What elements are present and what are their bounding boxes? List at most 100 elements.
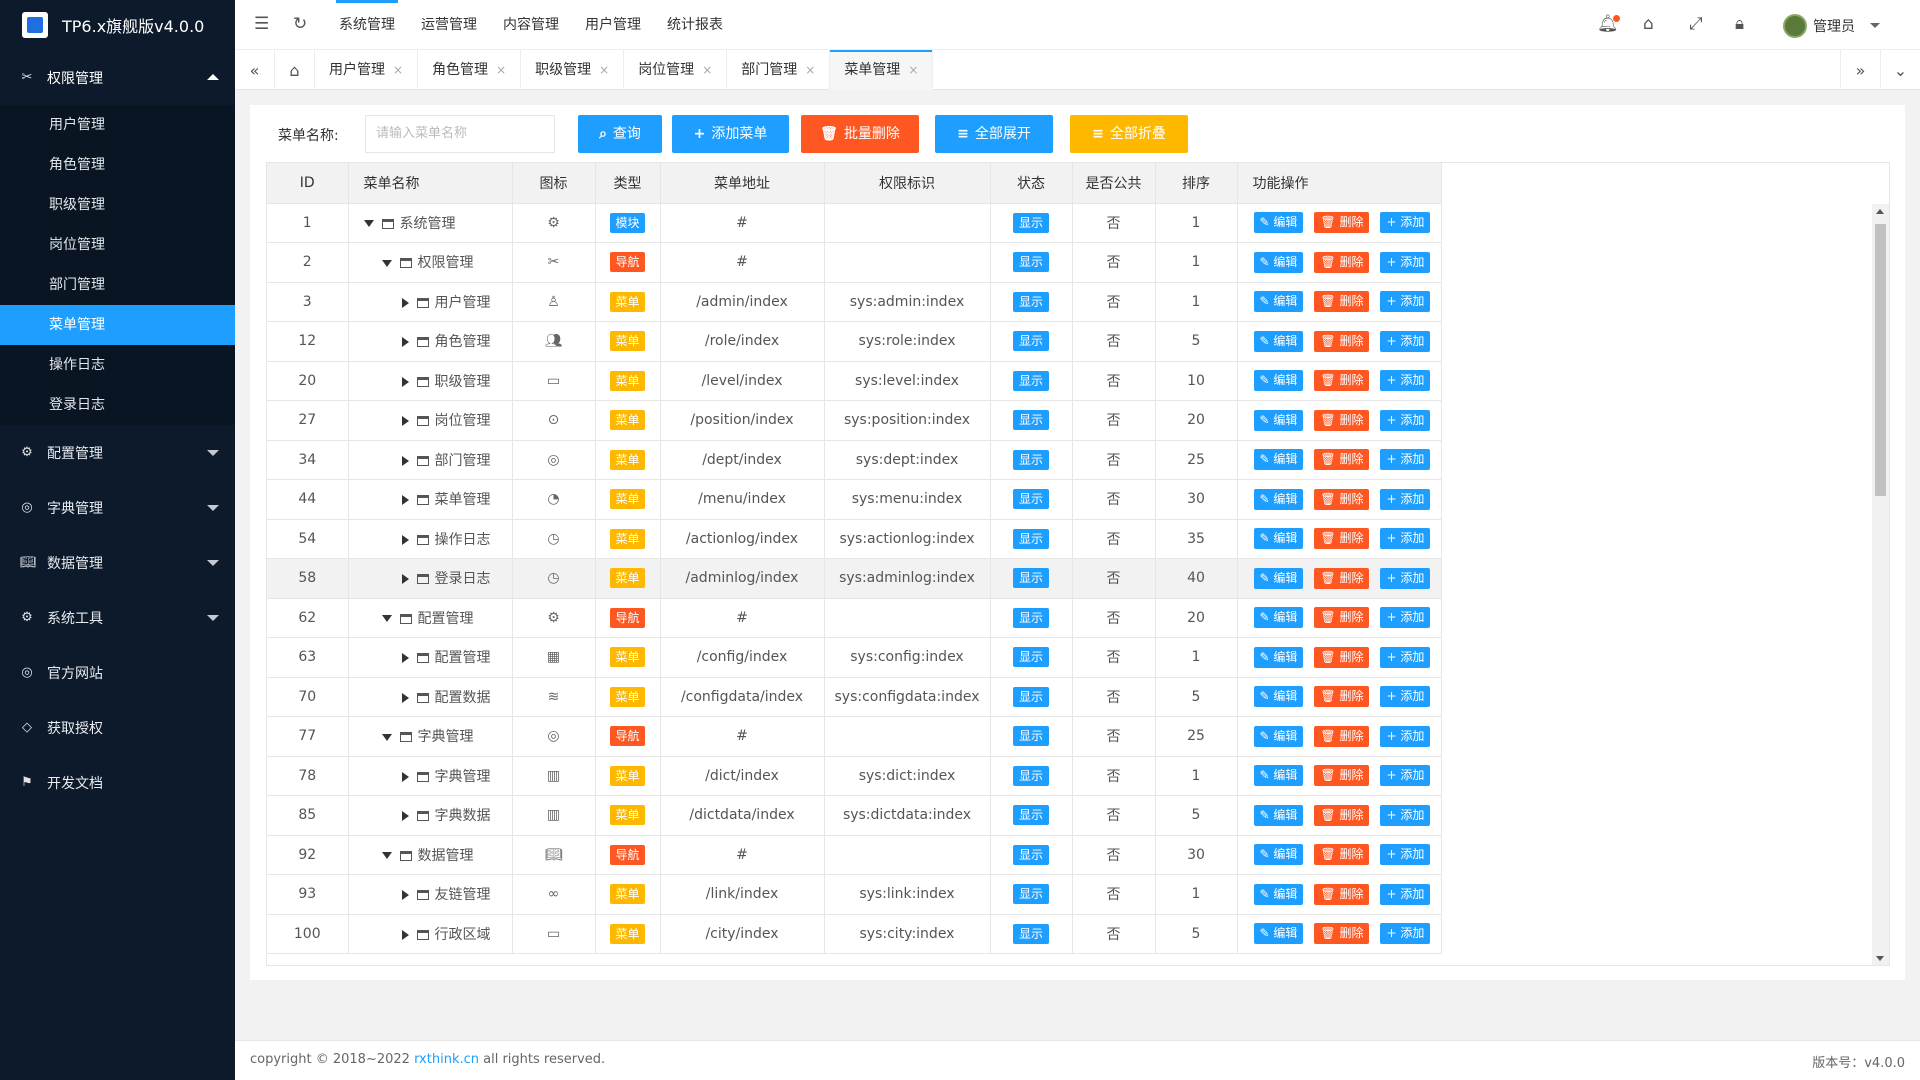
caret-right-icon[interactable] — [401, 771, 409, 782]
table-row[interactable]: 93 友链管理 ∞ 菜单/link/index sys:link:index 显示否 1 ✎ … — [267, 874, 1443, 915]
table-row[interactable]: 92 数据管理 📖︎ 导航 # 显示 否 30 ✎ 编辑 🗑︎ 删除 + 添加 — [267, 835, 1443, 875]
sidebar-item[interactable]: 岗位管理 — [0, 225, 235, 265]
delete-button[interactable]: 🗑︎ 删除 — [1314, 883, 1370, 905]
add-button[interactable]: + 添加 — [1380, 804, 1431, 826]
add-button[interactable]: + 添加 — [1380, 567, 1431, 589]
sidebar-item[interactable]: 操作日志 — [0, 345, 235, 385]
delete-button[interactable]: 🗑︎ 删除 — [1314, 765, 1370, 787]
table-row[interactable]: 100 行政区域 ▭ 菜单/city/index sys:city:index 显示否 5 ✎… — [267, 914, 1443, 954]
edit-button[interactable]: ✎ 编辑 — [1253, 330, 1304, 352]
table-row[interactable]: 12 角色管理 👥︎ 菜单/role/index sys:role:index 显示否 5 ✎… — [267, 321, 1443, 362]
caret-right-icon[interactable] — [401, 297, 409, 308]
caret-down-icon[interactable] — [381, 259, 392, 267]
close-icon[interactable]: × — [702, 63, 712, 77]
caret-right-icon[interactable] — [401, 811, 409, 822]
add-button[interactable]: + 添加 — [1380, 449, 1431, 471]
search-button[interactable]: ⌕ 查询 — [578, 115, 662, 153]
scroll-up-icon[interactable] — [1876, 209, 1884, 214]
table-row[interactable]: 77 字典管理 ◎ 导航 # 显示 否 25 ✎ 编辑 🗑︎ 删除 + 添加 — [267, 716, 1443, 757]
delete-button[interactable]: 🗑︎ 删除 — [1314, 567, 1370, 589]
home-icon[interactable]: ⌂ — [275, 50, 315, 90]
status-badge[interactable]: 显示 — [1012, 726, 1049, 747]
edit-button[interactable]: ✎ 编辑 — [1253, 923, 1304, 945]
delete-button[interactable]: 🗑︎ 删除 — [1314, 251, 1370, 273]
close-icon[interactable]: × — [496, 63, 506, 77]
edit-button[interactable]: ✎ 编辑 — [1253, 725, 1304, 747]
delete-button[interactable]: 🗑︎ 删除 — [1314, 725, 1370, 747]
table-row[interactable]: 34 部门管理 ◎ 菜单/dept/index sys:dept:index 显示否 25 ✎… — [267, 440, 1443, 480]
add-menu-button[interactable]: + 添加菜单 — [672, 115, 789, 153]
add-button[interactable]: + 添加 — [1380, 725, 1431, 747]
status-badge[interactable]: 显示 — [1012, 252, 1049, 273]
caret-right-icon[interactable] — [401, 692, 409, 703]
menu-fold-icon[interactable]: ☰ — [254, 14, 269, 34]
tabs-scroll-right-icon[interactable]: » — [1840, 50, 1880, 90]
add-button[interactable]: + 添加 — [1380, 923, 1431, 945]
status-badge[interactable]: 显示 — [1012, 291, 1049, 312]
caret-right-icon[interactable] — [401, 653, 409, 664]
table-scrollbar[interactable] — [1872, 204, 1889, 965]
caret-right-icon[interactable] — [401, 574, 409, 585]
close-icon[interactable]: × — [908, 63, 918, 77]
collapse-all-button[interactable]: ≡ 全部折叠 — [1070, 115, 1188, 153]
add-button[interactable]: + 添加 — [1380, 409, 1431, 431]
lock-icon[interactable]: 🔒︎ — [1735, 14, 1744, 34]
close-icon[interactable]: × — [805, 63, 815, 77]
delete-button[interactable]: 🗑︎ 删除 — [1314, 449, 1370, 471]
tab-item[interactable]: 用户管理 × — [315, 50, 419, 90]
edit-button[interactable]: ✎ 编辑 — [1253, 251, 1304, 273]
tab-item[interactable]: 部门管理 × — [727, 50, 831, 90]
table-row[interactable]: 44 菜单管理 ◔ 菜单/menu/index sys:menu:index 显示否 30 ✎… — [267, 479, 1443, 520]
sidebar-group-1[interactable]: ⚙ 配置管理 — [0, 425, 235, 480]
delete-button[interactable]: 🗑︎ 删除 — [1314, 528, 1370, 550]
status-badge[interactable]: 显示 — [1012, 568, 1049, 589]
table-row[interactable]: 58 登录日志 ◷ 菜单/adminlog/index sys:adminlog:ind… — [267, 558, 1443, 599]
edit-button[interactable]: ✎ 编辑 — [1253, 212, 1304, 234]
scrollbar-thumb[interactable] — [1875, 224, 1886, 496]
edit-button[interactable]: ✎ 编辑 — [1253, 883, 1304, 905]
add-button[interactable]: + 添加 — [1380, 844, 1431, 866]
tab-item[interactable]: 岗位管理 × — [624, 50, 728, 90]
table-row[interactable]: 63 配置管理 ▦ 菜单/config/index sys:config:index 显示… — [267, 637, 1443, 678]
add-button[interactable]: + 添加 — [1380, 251, 1431, 273]
sidebar-group-0[interactable]: ✂ 权限管理 — [0, 50, 235, 105]
edit-button[interactable]: ✎ 编辑 — [1253, 370, 1304, 392]
table-row[interactable]: 27 岗位管理 ⊙ 菜单/position/index sys:position:ind… — [267, 400, 1443, 441]
tab-item[interactable]: 菜单管理 × — [830, 50, 934, 90]
caret-right-icon[interactable] — [401, 455, 409, 466]
chevron-down-icon[interactable] — [1870, 23, 1880, 28]
add-button[interactable]: + 添加 — [1380, 488, 1431, 510]
avatar[interactable] — [1783, 14, 1807, 38]
sidebar-item[interactable]: 职级管理 — [0, 185, 235, 225]
tab-item[interactable]: 角色管理 × — [418, 50, 522, 90]
delete-button[interactable]: 🗑︎ 删除 — [1314, 488, 1370, 510]
edit-button[interactable]: ✎ 编辑 — [1253, 291, 1304, 313]
delete-button[interactable]: 🗑︎ 删除 — [1314, 370, 1370, 392]
caret-right-icon[interactable] — [401, 534, 409, 545]
add-button[interactable]: + 添加 — [1380, 291, 1431, 313]
add-button[interactable]: + 添加 — [1380, 370, 1431, 392]
delete-button[interactable]: 🗑︎ 删除 — [1314, 923, 1370, 945]
table-row[interactable]: 78 字典管理 ▥ 菜单/dict/index sys:dict:index 显示否 1 ✎ … — [267, 756, 1443, 796]
caret-right-icon[interactable] — [401, 929, 409, 940]
batch-delete-button[interactable]: 🗑︎ 批量删除 — [801, 115, 919, 153]
delete-button[interactable]: 🗑︎ 删除 — [1314, 409, 1370, 431]
delete-button[interactable]: 🗑︎ 删除 — [1314, 607, 1370, 629]
table-row[interactable]: 54 操作日志 ◷ 菜单/actionlog/index sys:actionlog:i… — [267, 519, 1443, 559]
status-badge[interactable]: 显示 — [1012, 489, 1049, 510]
refresh-icon[interactable]: ↻ — [293, 14, 307, 34]
sidebar-group-5[interactable]: ◎ 官方网站 — [0, 645, 235, 700]
delete-button[interactable]: 🗑︎ 删除 — [1314, 212, 1370, 234]
status-badge[interactable]: 显示 — [1012, 686, 1049, 707]
table-row[interactable]: 70 配置数据 ≋ 菜单/configdata/index sys:configdata… — [267, 677, 1443, 717]
table-row[interactable]: 3 用户管理 ♙ 菜单/admin/index sys:admin:index 显示否 1 ✎… — [267, 282, 1443, 322]
close-icon[interactable]: × — [599, 63, 609, 77]
delete-button[interactable]: 🗑︎ 删除 — [1314, 804, 1370, 826]
add-button[interactable]: + 添加 — [1380, 883, 1431, 905]
sidebar-group-3[interactable]: 📖︎ 数据管理 — [0, 535, 235, 590]
sidebar-group-6[interactable]: ◇ 获取授权 — [0, 700, 235, 755]
top-nav-item[interactable]: 统计报表 — [654, 0, 736, 50]
table-row[interactable]: 62 配置管理 ⚙ 导航 # 显示 否 20 ✎ 编辑 🗑︎ 删除 + 添加 — [267, 598, 1443, 638]
table-row[interactable]: 1 系统管理 ⚙ 模块 # 显示否 1 ✎ 编辑 🗑︎ 删除 + 添加 — [267, 203, 1443, 243]
add-button[interactable]: + 添加 — [1380, 330, 1431, 352]
